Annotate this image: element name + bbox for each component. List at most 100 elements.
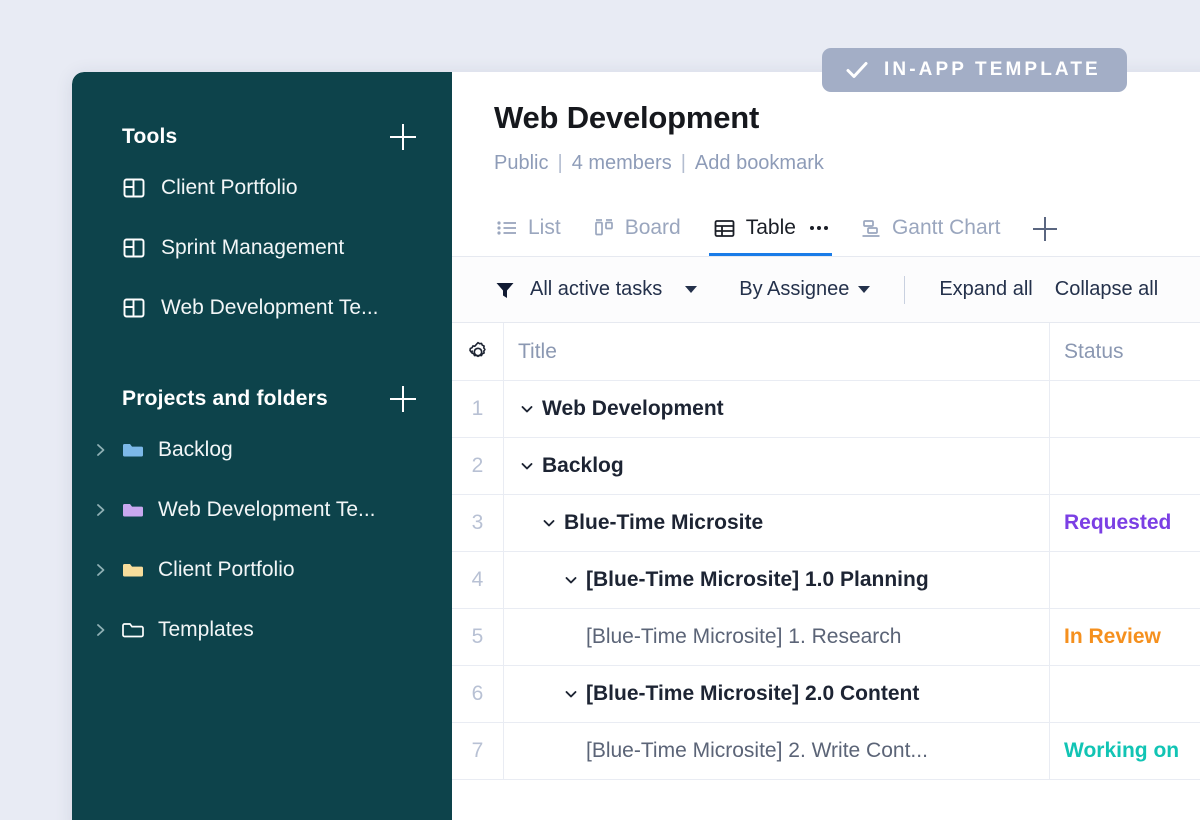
sidebar-tools-header: Tools bbox=[72, 116, 452, 158]
tab-list[interactable]: List bbox=[494, 200, 577, 256]
chevron-right-icon[interactable] bbox=[94, 440, 108, 460]
row-number: 5 bbox=[452, 609, 504, 665]
row-number: 6 bbox=[452, 666, 504, 722]
folder-icon bbox=[121, 559, 145, 581]
sidebar-item-label: Client Portfolio bbox=[161, 176, 298, 200]
column-header-title[interactable]: Title bbox=[504, 323, 1050, 380]
table-row[interactable]: 1 Web Development bbox=[452, 381, 1200, 438]
collapse-all-button[interactable]: Collapse all bbox=[1055, 278, 1158, 301]
gantt-icon bbox=[860, 217, 882, 239]
row-title-cell[interactable]: [Blue-Time Microsite] 1.0 Planning bbox=[504, 552, 1050, 608]
table-row[interactable]: 2 Backlog bbox=[452, 438, 1200, 495]
chevron-right-icon[interactable] bbox=[94, 560, 108, 580]
chevron-down-icon[interactable] bbox=[518, 458, 536, 474]
folder-outline-icon bbox=[121, 619, 145, 641]
table-row[interactable]: 3 Blue-Time Microsite Requested bbox=[452, 495, 1200, 552]
main-panel: Web Development Public | 4 members | Add… bbox=[452, 72, 1200, 820]
chevron-down-icon[interactable] bbox=[518, 401, 536, 417]
row-title-cell[interactable]: [Blue-Time Microsite] 1. Research bbox=[504, 609, 1050, 665]
add-view-plus-icon[interactable] bbox=[1033, 217, 1057, 241]
sidebar-item-sprint-management[interactable]: Sprint Management bbox=[72, 218, 452, 278]
list-icon bbox=[496, 217, 518, 239]
table-row[interactable]: 6 [Blue-Time Microsite] 2.0 Content bbox=[452, 666, 1200, 723]
row-status-cell[interactable]: In Review bbox=[1050, 609, 1200, 665]
page-title: Web Development bbox=[494, 100, 1200, 136]
dashboard-icon bbox=[122, 236, 146, 260]
row-status-cell[interactable] bbox=[1050, 381, 1200, 437]
chevron-down-icon[interactable] bbox=[562, 686, 580, 702]
check-icon bbox=[844, 57, 870, 83]
table-row[interactable]: 7 [Blue-Time Microsite] 2. Write Cont...… bbox=[452, 723, 1200, 780]
sidebar-folder-templates[interactable]: Templates bbox=[72, 600, 452, 660]
status-badge: Working on bbox=[1064, 739, 1179, 763]
chevron-right-icon[interactable] bbox=[94, 500, 108, 520]
sidebar-item-client-portfolio[interactable]: Client Portfolio bbox=[72, 158, 452, 218]
row-title: [Blue-Time Microsite] 2. Write Cont... bbox=[586, 739, 928, 763]
row-title: [Blue-Time Microsite] 2.0 Content bbox=[586, 682, 919, 706]
add-tool-plus-icon[interactable] bbox=[390, 124, 416, 150]
folder-icon bbox=[121, 439, 145, 461]
table-toolbar: All active tasks By Assignee Expand all … bbox=[452, 257, 1200, 323]
group-by-label: By Assignee bbox=[739, 278, 849, 301]
row-status-cell[interactable] bbox=[1050, 552, 1200, 608]
table-row[interactable]: 4 [Blue-Time Microsite] 1.0 Planning bbox=[452, 552, 1200, 609]
tab-board[interactable]: Board bbox=[577, 200, 697, 256]
sidebar-folder-label: Templates bbox=[158, 618, 254, 642]
sidebar-folder-web-development-te[interactable]: Web Development Te... bbox=[72, 480, 452, 540]
table-row[interactable]: 5 [Blue-Time Microsite] 1. Research In R… bbox=[452, 609, 1200, 666]
gear-icon[interactable] bbox=[466, 340, 490, 364]
sidebar-folder-client-portfolio[interactable]: Client Portfolio bbox=[72, 540, 452, 600]
app-window: Tools Client Portfolio Sprint Management bbox=[72, 72, 1200, 820]
row-status-cell[interactable] bbox=[1050, 438, 1200, 494]
filter-label: All active tasks bbox=[530, 278, 662, 301]
row-title-cell[interactable]: [Blue-Time Microsite] 2.0 Content bbox=[504, 666, 1050, 722]
dashboard-icon bbox=[122, 176, 146, 200]
table-icon bbox=[713, 217, 736, 240]
members-count[interactable]: 4 members bbox=[572, 152, 672, 175]
folder-icon bbox=[121, 499, 145, 521]
chevron-right-icon[interactable] bbox=[94, 620, 108, 640]
tab-table[interactable]: Table bbox=[697, 200, 844, 256]
row-status-cell[interactable] bbox=[1050, 666, 1200, 722]
expand-all-button[interactable]: Expand all bbox=[939, 278, 1032, 301]
badge-label: IN-APP TEMPLATE bbox=[884, 59, 1101, 81]
tab-label: Gantt Chart bbox=[892, 216, 1001, 240]
sidebar-folder-label: Client Portfolio bbox=[158, 558, 295, 582]
visibility-label: Public bbox=[494, 152, 548, 175]
row-number: 1 bbox=[452, 381, 504, 437]
add-bookmark-link[interactable]: Add bookmark bbox=[695, 152, 824, 175]
more-dots-icon[interactable] bbox=[810, 226, 828, 230]
group-by-dropdown[interactable]: By Assignee bbox=[739, 278, 870, 301]
chevron-down-icon[interactable] bbox=[540, 515, 558, 531]
row-title-cell[interactable]: [Blue-Time Microsite] 2. Write Cont... bbox=[504, 723, 1050, 779]
row-title: Backlog bbox=[542, 454, 624, 478]
board-icon bbox=[593, 217, 615, 239]
task-table: Title Status 1 Web Development bbox=[452, 323, 1200, 820]
row-number: 7 bbox=[452, 723, 504, 779]
tab-label: List bbox=[528, 216, 561, 240]
column-header-status[interactable]: Status bbox=[1050, 323, 1200, 380]
status-badge: In Review bbox=[1064, 625, 1161, 649]
tab-gantt-chart[interactable]: Gantt Chart bbox=[844, 200, 1017, 256]
row-status-cell[interactable]: Working on bbox=[1050, 723, 1200, 779]
dashboard-icon bbox=[122, 296, 146, 320]
table-settings-cell[interactable] bbox=[452, 323, 504, 380]
tab-label: Board bbox=[625, 216, 681, 240]
row-title-cell[interactable]: Blue-Time Microsite bbox=[504, 495, 1050, 551]
row-number: 2 bbox=[452, 438, 504, 494]
chevron-down-icon[interactable] bbox=[562, 572, 580, 588]
sidebar-item-label: Web Development Te... bbox=[161, 296, 379, 320]
view-tabs: List Board Table bbox=[452, 201, 1200, 257]
sidebar-projects-title: Projects and folders bbox=[122, 387, 328, 411]
chevron-down-icon bbox=[685, 286, 697, 293]
column-label: Title bbox=[518, 340, 557, 364]
sidebar-projects-header: Projects and folders bbox=[72, 378, 452, 420]
sidebar-item-web-development-te[interactable]: Web Development Te... bbox=[72, 278, 452, 338]
add-project-plus-icon[interactable] bbox=[390, 386, 416, 412]
filter-dropdown[interactable]: All active tasks bbox=[494, 278, 697, 301]
status-badge: Requested bbox=[1064, 511, 1171, 535]
row-title-cell[interactable]: Web Development bbox=[504, 381, 1050, 437]
sidebar-folder-backlog[interactable]: Backlog bbox=[72, 420, 452, 480]
row-status-cell[interactable]: Requested bbox=[1050, 495, 1200, 551]
row-title-cell[interactable]: Backlog bbox=[504, 438, 1050, 494]
